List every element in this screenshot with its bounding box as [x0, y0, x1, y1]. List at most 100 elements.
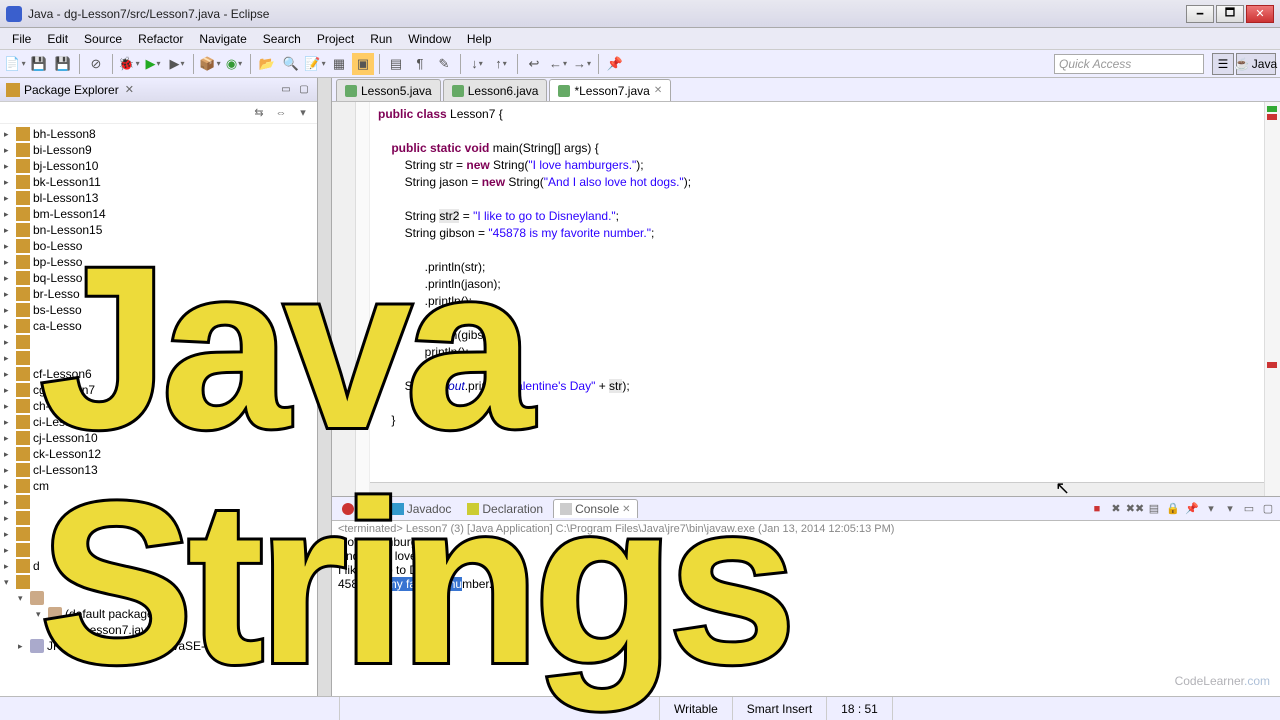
folding-ruler[interactable] — [356, 102, 370, 496]
new-class-button[interactable]: ◉ — [223, 53, 245, 75]
min-bottom-icon[interactable]: ▭ — [1241, 501, 1257, 517]
open-perspective-button[interactable]: ☰ — [1212, 53, 1234, 75]
tree-item[interactable]: bj-Lesson10 — [0, 158, 317, 174]
menu-help[interactable]: Help — [459, 30, 500, 48]
menu-window[interactable]: Window — [400, 30, 459, 48]
editor-hscrollbar[interactable] — [370, 482, 1264, 496]
overview-ruler[interactable] — [1264, 102, 1280, 496]
quick-access-input[interactable]: Quick Access — [1054, 54, 1204, 74]
collapse-all-icon[interactable]: ⇆ — [251, 105, 267, 121]
clear-console-icon[interactable]: ▤ — [1146, 501, 1162, 517]
code-content[interactable]: public class Lesson7 { public static voi… — [370, 102, 1264, 496]
new-pkg-button[interactable]: 📦 — [199, 53, 221, 75]
tree-item[interactable]: bm-Lesson14 — [0, 206, 317, 222]
link-editor-icon[interactable]: ⇔ — [273, 105, 289, 121]
save-all-button[interactable]: 💾 — [52, 53, 74, 75]
problems-tab[interactable]: Pro — [336, 500, 382, 518]
back-button[interactable]: ← — [547, 53, 569, 75]
tree-item[interactable]: bo-Lesso — [0, 238, 317, 254]
tree-item[interactable] — [0, 526, 317, 542]
menu-search[interactable]: Search — [255, 30, 309, 48]
new-button[interactable]: 📄 — [4, 53, 26, 75]
open-type-button[interactable]: 📂 — [256, 53, 278, 75]
tree-item[interactable]: cj-Lesson10 — [0, 430, 317, 446]
tree-item[interactable] — [0, 334, 317, 350]
tree-item[interactable]: ci-Lesson9 — [0, 414, 317, 430]
tree-item[interactable] — [0, 590, 317, 606]
menu-edit[interactable]: Edit — [39, 30, 76, 48]
tree-item[interactable]: cm — [0, 478, 317, 494]
tree-item[interactable]: bq-Lesso — [0, 270, 317, 286]
menu-run[interactable]: Run — [362, 30, 400, 48]
tree-item[interactable]: bs-Lesso — [0, 302, 317, 318]
tree-item[interactable] — [0, 574, 317, 590]
maximize-button[interactable]: 🗖 — [1216, 5, 1244, 23]
forward-button[interactable]: → — [571, 53, 593, 75]
prev-annotation-button[interactable]: ↑ — [490, 53, 512, 75]
tree-item[interactable]: bp-Lesso — [0, 254, 317, 270]
tree-item[interactable]: cl-Lesson13 — [0, 462, 317, 478]
tree-item[interactable]: bk-Lesson11 — [0, 174, 317, 190]
tree-item[interactable]: ch-Lesson8 — [0, 398, 317, 414]
search-button[interactable]: 🔍 — [280, 53, 302, 75]
minimize-button[interactable]: 🗕 — [1186, 5, 1214, 23]
tree-item[interactable]: JRE System Library [JavaSE-1.7] — [0, 638, 317, 654]
last-edit-button[interactable]: ↩ — [523, 53, 545, 75]
view-menu-icon[interactable]: ▾ — [295, 105, 311, 121]
menu-project[interactable]: Project — [309, 30, 362, 48]
next-annotation-button[interactable]: ↓ — [466, 53, 488, 75]
console-tab[interactable]: Console ✕ — [553, 499, 637, 518]
task-button[interactable]: ▦ — [328, 53, 350, 75]
tree-item[interactable]: ca-Lesso — [0, 318, 317, 334]
tree-item[interactable]: d — [0, 558, 317, 574]
tree-item[interactable]: bl-Lesson13 — [0, 190, 317, 206]
open-console-icon[interactable]: ▾ — [1222, 501, 1238, 517]
code-editor[interactable]: public class Lesson7 { public static voi… — [332, 102, 1280, 496]
java-perspective-button[interactable]: ☕Java — [1236, 53, 1276, 75]
tree-item[interactable] — [0, 494, 317, 510]
minimize-view-icon[interactable]: ▭ — [279, 83, 293, 97]
tree-item[interactable]: bn-Lesson15 — [0, 222, 317, 238]
editor-tab[interactable]: Lesson5.java — [336, 79, 441, 101]
menu-file[interactable]: File — [4, 30, 39, 48]
tree-item[interactable]: bh-Lesson8 — [0, 126, 317, 142]
tree-item[interactable]: cf-Lesson6 — [0, 366, 317, 382]
run-button[interactable]: ▶ — [142, 53, 164, 75]
maximize-view-icon[interactable]: ▢ — [297, 83, 311, 97]
save-button[interactable]: 💾 — [28, 53, 50, 75]
tree-item[interactable]: cg-Lesson7 — [0, 382, 317, 398]
block-selection-button[interactable]: ▤ — [385, 53, 407, 75]
project-tree[interactable]: bh-Lesson8bi-Lesson9bj-Lesson10bk-Lesson… — [0, 124, 317, 696]
tree-item[interactable] — [0, 510, 317, 526]
display-console-icon[interactable]: ▾ — [1203, 501, 1219, 517]
close-view-icon[interactable]: ✕ — [125, 83, 134, 96]
terminate-icon[interactable]: ■ — [1089, 501, 1105, 517]
javadoc-tab[interactable]: Javadoc — [386, 500, 458, 518]
close-button[interactable]: ✕ — [1246, 5, 1274, 23]
declaration-tab[interactable]: Declaration — [461, 500, 549, 518]
max-bottom-icon[interactable]: ▢ — [1260, 501, 1276, 517]
tree-item[interactable]: Lesson7.java — [0, 622, 317, 638]
toggle-button[interactable]: ▣ — [352, 53, 374, 75]
debug-button[interactable]: 🐞 — [118, 53, 140, 75]
menu-refactor[interactable]: Refactor — [130, 30, 191, 48]
tree-item[interactable]: br-Lesso — [0, 286, 317, 302]
remove-launch-icon[interactable]: ✖ — [1108, 501, 1124, 517]
remove-all-icon[interactable]: ✖✖ — [1127, 501, 1143, 517]
coverage-button[interactable]: ▶ — [166, 53, 188, 75]
whitespace-button[interactable]: ¶ — [409, 53, 431, 75]
pin-console-icon[interactable]: 📌 — [1184, 501, 1200, 517]
pin-button[interactable]: 📌 — [604, 53, 626, 75]
mark-button[interactable]: ✎ — [433, 53, 455, 75]
skip-breakpoints-button[interactable]: ⊘ — [85, 53, 107, 75]
tree-item[interactable] — [0, 350, 317, 366]
scroll-lock-icon[interactable]: 🔒 — [1165, 501, 1181, 517]
tree-item[interactable] — [0, 542, 317, 558]
editor-tab[interactable]: Lesson6.java — [443, 79, 548, 101]
tree-item[interactable]: bi-Lesson9 — [0, 142, 317, 158]
tree-item[interactable]: ck-Lesson12 — [0, 446, 317, 462]
annotation-button[interactable]: 📝 — [304, 53, 326, 75]
tree-item[interactable]: (default package) — [0, 606, 317, 622]
menu-navigate[interactable]: Navigate — [191, 30, 254, 48]
vertical-gutter[interactable] — [318, 78, 332, 696]
